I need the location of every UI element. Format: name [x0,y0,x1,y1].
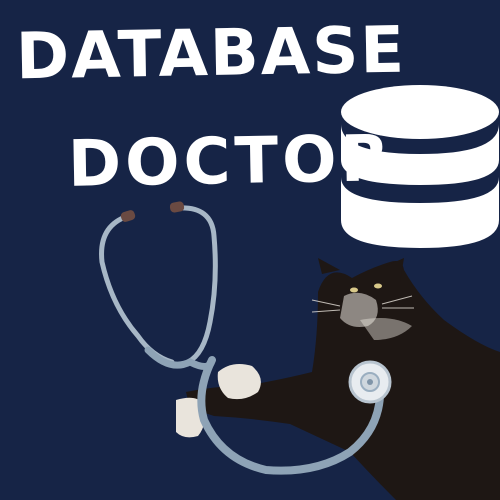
database-icon [341,85,499,248]
illustration [99,85,500,500]
cat-image [176,258,500,500]
